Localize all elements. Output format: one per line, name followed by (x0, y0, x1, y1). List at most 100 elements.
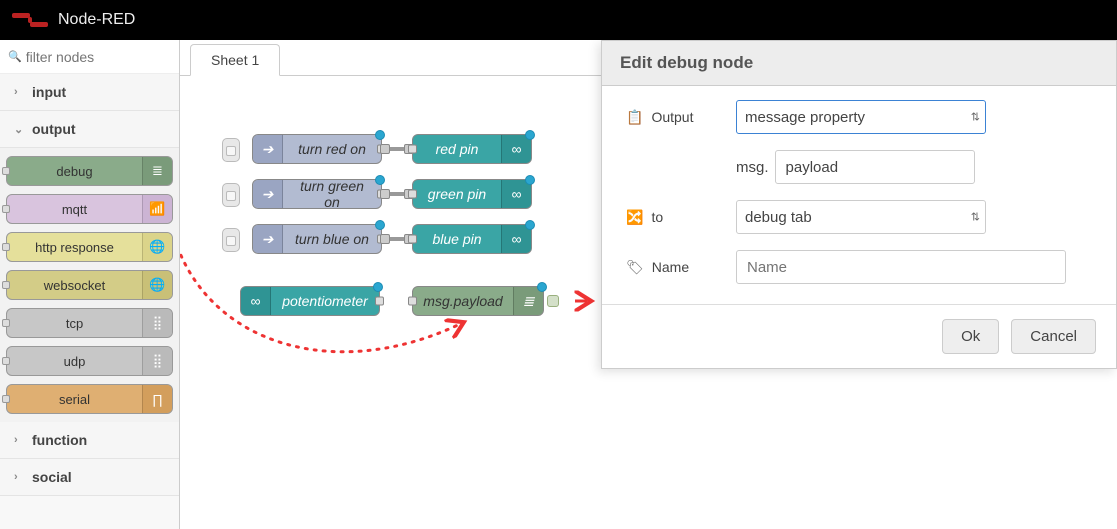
palette-category-function[interactable]: › function (0, 422, 179, 459)
palette-category-social[interactable]: › social (0, 459, 179, 496)
signal-icon: 📶 (142, 195, 172, 223)
flow-node-inject-blue[interactable]: ➔ turn blue on (252, 224, 382, 254)
inject-trigger-button[interactable] (222, 138, 240, 162)
node-port-icon (2, 357, 10, 365)
unsaved-dot-icon (375, 130, 385, 140)
chevron-down-icon: ⌄ (14, 123, 26, 136)
palette-category-output[interactable]: ⌄ output (0, 111, 179, 148)
chevron-right-icon: › (14, 86, 26, 98)
node-output-port[interactable] (375, 297, 384, 306)
flow-node-inject-red[interactable]: ➔ turn red on (252, 134, 382, 164)
filter-nodes-input[interactable] (26, 49, 171, 65)
row-msg-property: msg. (626, 150, 1092, 184)
app-title: Node-RED (58, 11, 135, 29)
row-to: 🔀 to debug tab (626, 200, 1092, 234)
node-label: websocket (7, 278, 142, 293)
flow-node-arduino-in[interactable]: ∞ potentiometer (240, 286, 380, 316)
globe-icon: 🌐 (142, 271, 172, 299)
palette-node-udp[interactable]: udp ⣿ (6, 346, 173, 376)
app-header: Node-RED (0, 0, 1117, 40)
msg-property-input[interactable] (775, 150, 975, 184)
category-label: input (32, 84, 66, 100)
flow-node-debug[interactable]: msg.payload ≣ (412, 286, 544, 316)
label-text: to (651, 209, 663, 225)
chevron-right-icon: › (14, 471, 26, 483)
palette-node-websocket[interactable]: websocket 🌐 (6, 270, 173, 300)
node-label: turn blue on (283, 231, 381, 247)
inject-trigger-button[interactable] (222, 228, 240, 252)
arduino-icon: ∞ (241, 287, 271, 315)
flow-wire[interactable] (384, 237, 410, 241)
msg-prefix: msg. (736, 159, 769, 176)
flow-wire[interactable] (384, 192, 410, 196)
unsaved-dot-icon (375, 220, 385, 230)
output-select[interactable]: message property (736, 100, 986, 134)
node-port-icon (2, 281, 10, 289)
flow-node-inject-green[interactable]: ➔ turn green on (252, 179, 382, 209)
flow-node-gpio-blue[interactable]: blue pin ∞ (412, 224, 532, 254)
palette-node-debug[interactable]: debug ≣ (6, 156, 173, 186)
ok-button[interactable]: Ok (942, 319, 999, 354)
node-label: udp (7, 354, 142, 369)
inject-icon: ➔ (253, 135, 283, 163)
palette-node-http-response[interactable]: http response 🌐 (6, 232, 173, 262)
palette-filter[interactable]: 🔍 (0, 40, 179, 74)
flow-node-gpio-green[interactable]: green pin ∞ (412, 179, 532, 209)
palette-sidebar: 🔍 › input ⌄ output debug ≣ mqtt 📶 (0, 40, 180, 529)
tag-icon: 🏷 (626, 259, 644, 276)
unsaved-dot-icon (537, 282, 547, 292)
bars-icon: ⣿ (142, 309, 172, 337)
palette-node-serial[interactable]: serial ∏ (6, 384, 173, 414)
node-label: debug (7, 164, 142, 179)
app-logo-icon (12, 13, 48, 27)
node-port-icon (2, 167, 10, 175)
palette-node-tcp[interactable]: tcp ⣿ (6, 308, 173, 338)
row-name: 🏷 Name (626, 250, 1092, 284)
node-input-port[interactable] (408, 235, 417, 244)
node-port-icon (2, 205, 10, 213)
category-label: output (32, 121, 76, 137)
name-input[interactable] (736, 250, 1066, 284)
panel-footer: Ok Cancel (602, 304, 1116, 368)
globe-icon: 🌐 (142, 233, 172, 261)
node-label: mqtt (7, 202, 142, 217)
inject-icon: ➔ (253, 225, 283, 253)
node-label: turn red on (283, 141, 381, 157)
list-icon: 📋 (626, 109, 643, 126)
chevron-right-icon: › (14, 434, 26, 446)
panel-title: Edit debug node (602, 41, 1116, 86)
to-select[interactable]: debug tab (736, 200, 986, 234)
node-input-port[interactable] (408, 145, 417, 154)
category-label: social (32, 469, 72, 485)
node-label: red pin (413, 141, 501, 157)
node-label: green pin (413, 186, 501, 202)
flow-wire[interactable] (384, 147, 410, 151)
label-text: Name (652, 259, 689, 275)
unsaved-dot-icon (525, 130, 535, 140)
node-port-icon (2, 319, 10, 327)
field-label: 🏷 Name (626, 259, 736, 276)
node-label: potentiometer (271, 293, 379, 309)
palette-node-mqtt[interactable]: mqtt 📶 (6, 194, 173, 224)
unsaved-dot-icon (375, 175, 385, 185)
unsaved-dot-icon (373, 282, 383, 292)
tab-sheet-1[interactable]: Sheet 1 (190, 44, 280, 76)
palette-category-input[interactable]: › input (0, 74, 179, 111)
pulse-icon: ∏ (142, 385, 172, 413)
inject-trigger-button[interactable] (222, 183, 240, 207)
node-input-port[interactable] (408, 297, 417, 306)
cancel-button[interactable]: Cancel (1011, 319, 1096, 354)
field-label: 🔀 to (626, 209, 736, 226)
debug-toggle-button[interactable] (547, 295, 559, 307)
flow-node-gpio-red[interactable]: red pin ∞ (412, 134, 532, 164)
field-label: 📋 Output (626, 109, 736, 126)
node-label: turn green on (283, 178, 381, 210)
node-input-port[interactable] (408, 190, 417, 199)
unsaved-dot-icon (525, 220, 535, 230)
category-label: function (32, 432, 87, 448)
node-port-icon (2, 243, 10, 251)
edit-debug-node-panel: Edit debug node 📋 Output message propert… (601, 40, 1117, 369)
node-label: serial (7, 392, 142, 407)
row-output: 📋 Output message property (626, 100, 1092, 134)
node-label: blue pin (413, 231, 501, 247)
